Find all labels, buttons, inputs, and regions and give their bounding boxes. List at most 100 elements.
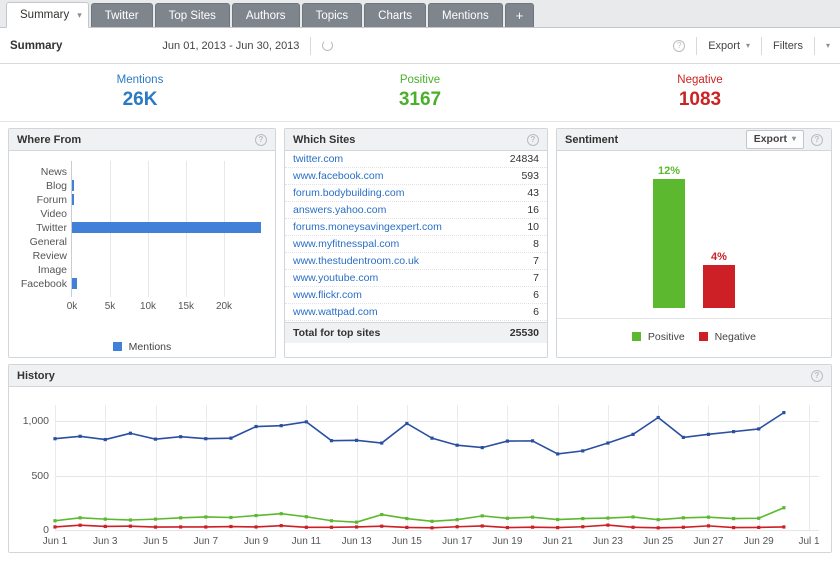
data-point[interactable] [732,516,736,521]
data-point[interactable] [153,517,158,521]
data-point[interactable] [179,516,183,520]
add-tab-button[interactable]: + [504,3,535,27]
data-point[interactable] [606,441,610,445]
sentiment-bar[interactable] [653,178,685,308]
data-point[interactable] [304,525,308,529]
data-point[interactable] [681,525,685,529]
data-point[interactable] [355,438,359,442]
data-point[interactable] [204,525,208,529]
data-point[interactable] [606,516,610,520]
data-point[interactable] [229,524,233,529]
date-range[interactable]: Jun 01, 2013 - Jun 30, 2013 [162,40,299,52]
sentiment-bar[interactable] [703,264,735,308]
data-point[interactable] [505,439,509,443]
kpi-positive[interactable]: Positive 3167 [280,74,560,111]
data-point[interactable] [103,517,107,521]
data-point[interactable] [581,449,585,453]
data-point[interactable] [103,524,107,529]
data-point[interactable] [329,525,334,529]
data-point[interactable] [78,434,82,438]
help-icon[interactable]: ? [673,39,686,52]
data-point[interactable] [304,420,308,424]
data-point[interactable] [706,515,711,519]
sentiment-export-button[interactable]: Export ▾ [745,129,804,150]
site-link[interactable]: www.thestudentroom.co.uk [293,255,419,267]
site-link[interactable]: forum.bodybuilding.com [293,187,404,199]
export-button[interactable]: Export ▾ [708,40,750,52]
data-point[interactable] [254,424,258,429]
data-point[interactable] [656,518,660,522]
data-point[interactable] [581,525,585,529]
data-point[interactable] [380,441,384,445]
data-point[interactable] [455,518,459,522]
site-link[interactable]: twitter.com [293,153,343,165]
data-point[interactable] [204,515,208,519]
kpi-negative[interactable]: Negative 1083 [560,74,840,111]
data-point[interactable] [179,435,183,439]
data-point[interactable] [556,526,560,530]
tab-authors[interactable]: Authors [231,3,300,27]
data-point[interactable] [53,437,57,441]
site-link[interactable]: www.flickr.com [293,289,362,301]
data-point[interactable] [681,435,685,439]
data-point[interactable] [103,437,107,442]
data-point[interactable] [782,411,786,415]
data-point[interactable] [128,524,132,528]
data-point[interactable] [279,424,283,428]
help-icon[interactable]: ? [527,133,539,146]
data-point[interactable] [656,415,660,420]
data-point[interactable] [732,526,736,530]
data-point[interactable] [405,516,409,521]
help-icon[interactable]: ? [811,369,823,382]
data-point[interactable] [656,526,660,530]
data-point[interactable] [530,525,535,529]
data-point[interactable] [480,446,484,450]
data-point[interactable] [782,506,786,510]
data-point[interactable] [681,516,685,520]
data-point[interactable] [480,514,484,518]
data-point[interactable] [606,523,610,527]
data-point[interactable] [78,516,82,520]
site-link[interactable]: www.wattpad.com [293,306,378,318]
more-options-button[interactable]: ▾ [826,41,830,50]
bar[interactable] [72,222,261,233]
tab-mentions[interactable]: Mentions [428,3,503,27]
data-point[interactable] [279,512,283,516]
data-point[interactable] [732,430,736,434]
data-point[interactable] [455,525,459,529]
data-point[interactable] [782,525,786,529]
data-point[interactable] [706,524,711,528]
data-point[interactable] [556,517,560,522]
data-point[interactable] [480,524,484,528]
site-link[interactable]: forums.moneysavingexpert.com [293,221,442,233]
data-point[interactable] [530,439,535,443]
data-point[interactable] [254,525,258,529]
refresh-icon[interactable] [322,40,334,51]
site-link[interactable]: answers.yahoo.com [293,204,386,216]
data-point[interactable] [355,525,359,529]
data-point[interactable] [153,437,158,441]
kpi-mentions[interactable]: Mentions 26K [0,74,280,111]
data-point[interactable] [329,439,334,443]
data-point[interactable] [329,519,334,523]
help-icon[interactable]: ? [255,133,267,146]
data-point[interactable] [128,431,132,435]
data-point[interactable] [128,518,132,522]
data-point[interactable] [556,452,560,456]
tab-top-sites[interactable]: Top Sites [154,3,230,27]
data-point[interactable] [304,515,308,519]
data-point[interactable] [581,516,585,521]
data-point[interactable] [430,526,434,530]
data-point[interactable] [179,525,183,529]
tab-charts[interactable]: Charts [364,3,427,27]
bar[interactable] [72,278,77,289]
data-point[interactable] [229,436,233,440]
data-point[interactable] [153,525,158,529]
data-point[interactable] [380,512,384,517]
data-point[interactable] [530,515,535,519]
help-icon[interactable]: ? [811,133,823,146]
data-point[interactable] [757,427,761,431]
site-link[interactable]: www.facebook.com [293,170,383,182]
data-point[interactable] [405,421,409,426]
filters-button[interactable]: Filters [773,40,803,52]
